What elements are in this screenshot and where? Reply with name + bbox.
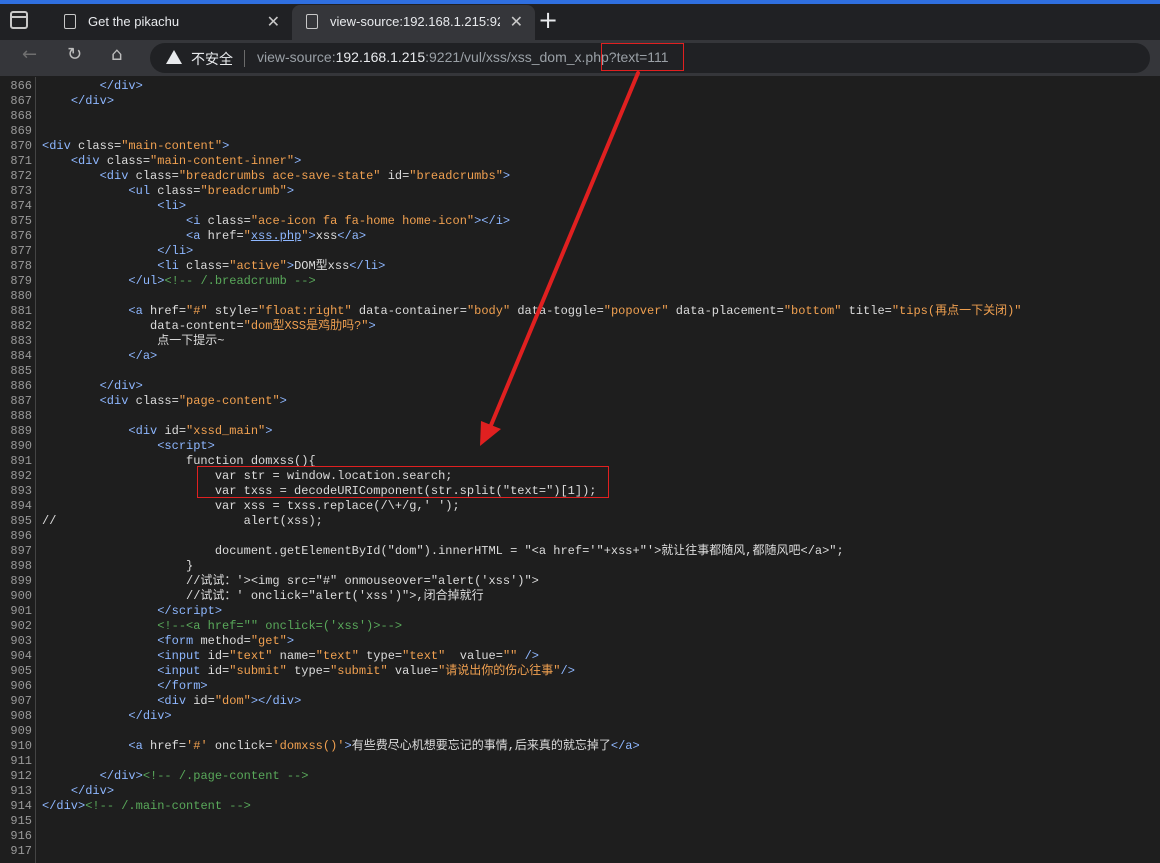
annotation-arrow bbox=[480, 71, 640, 446]
arrow-line bbox=[487, 71, 640, 432]
